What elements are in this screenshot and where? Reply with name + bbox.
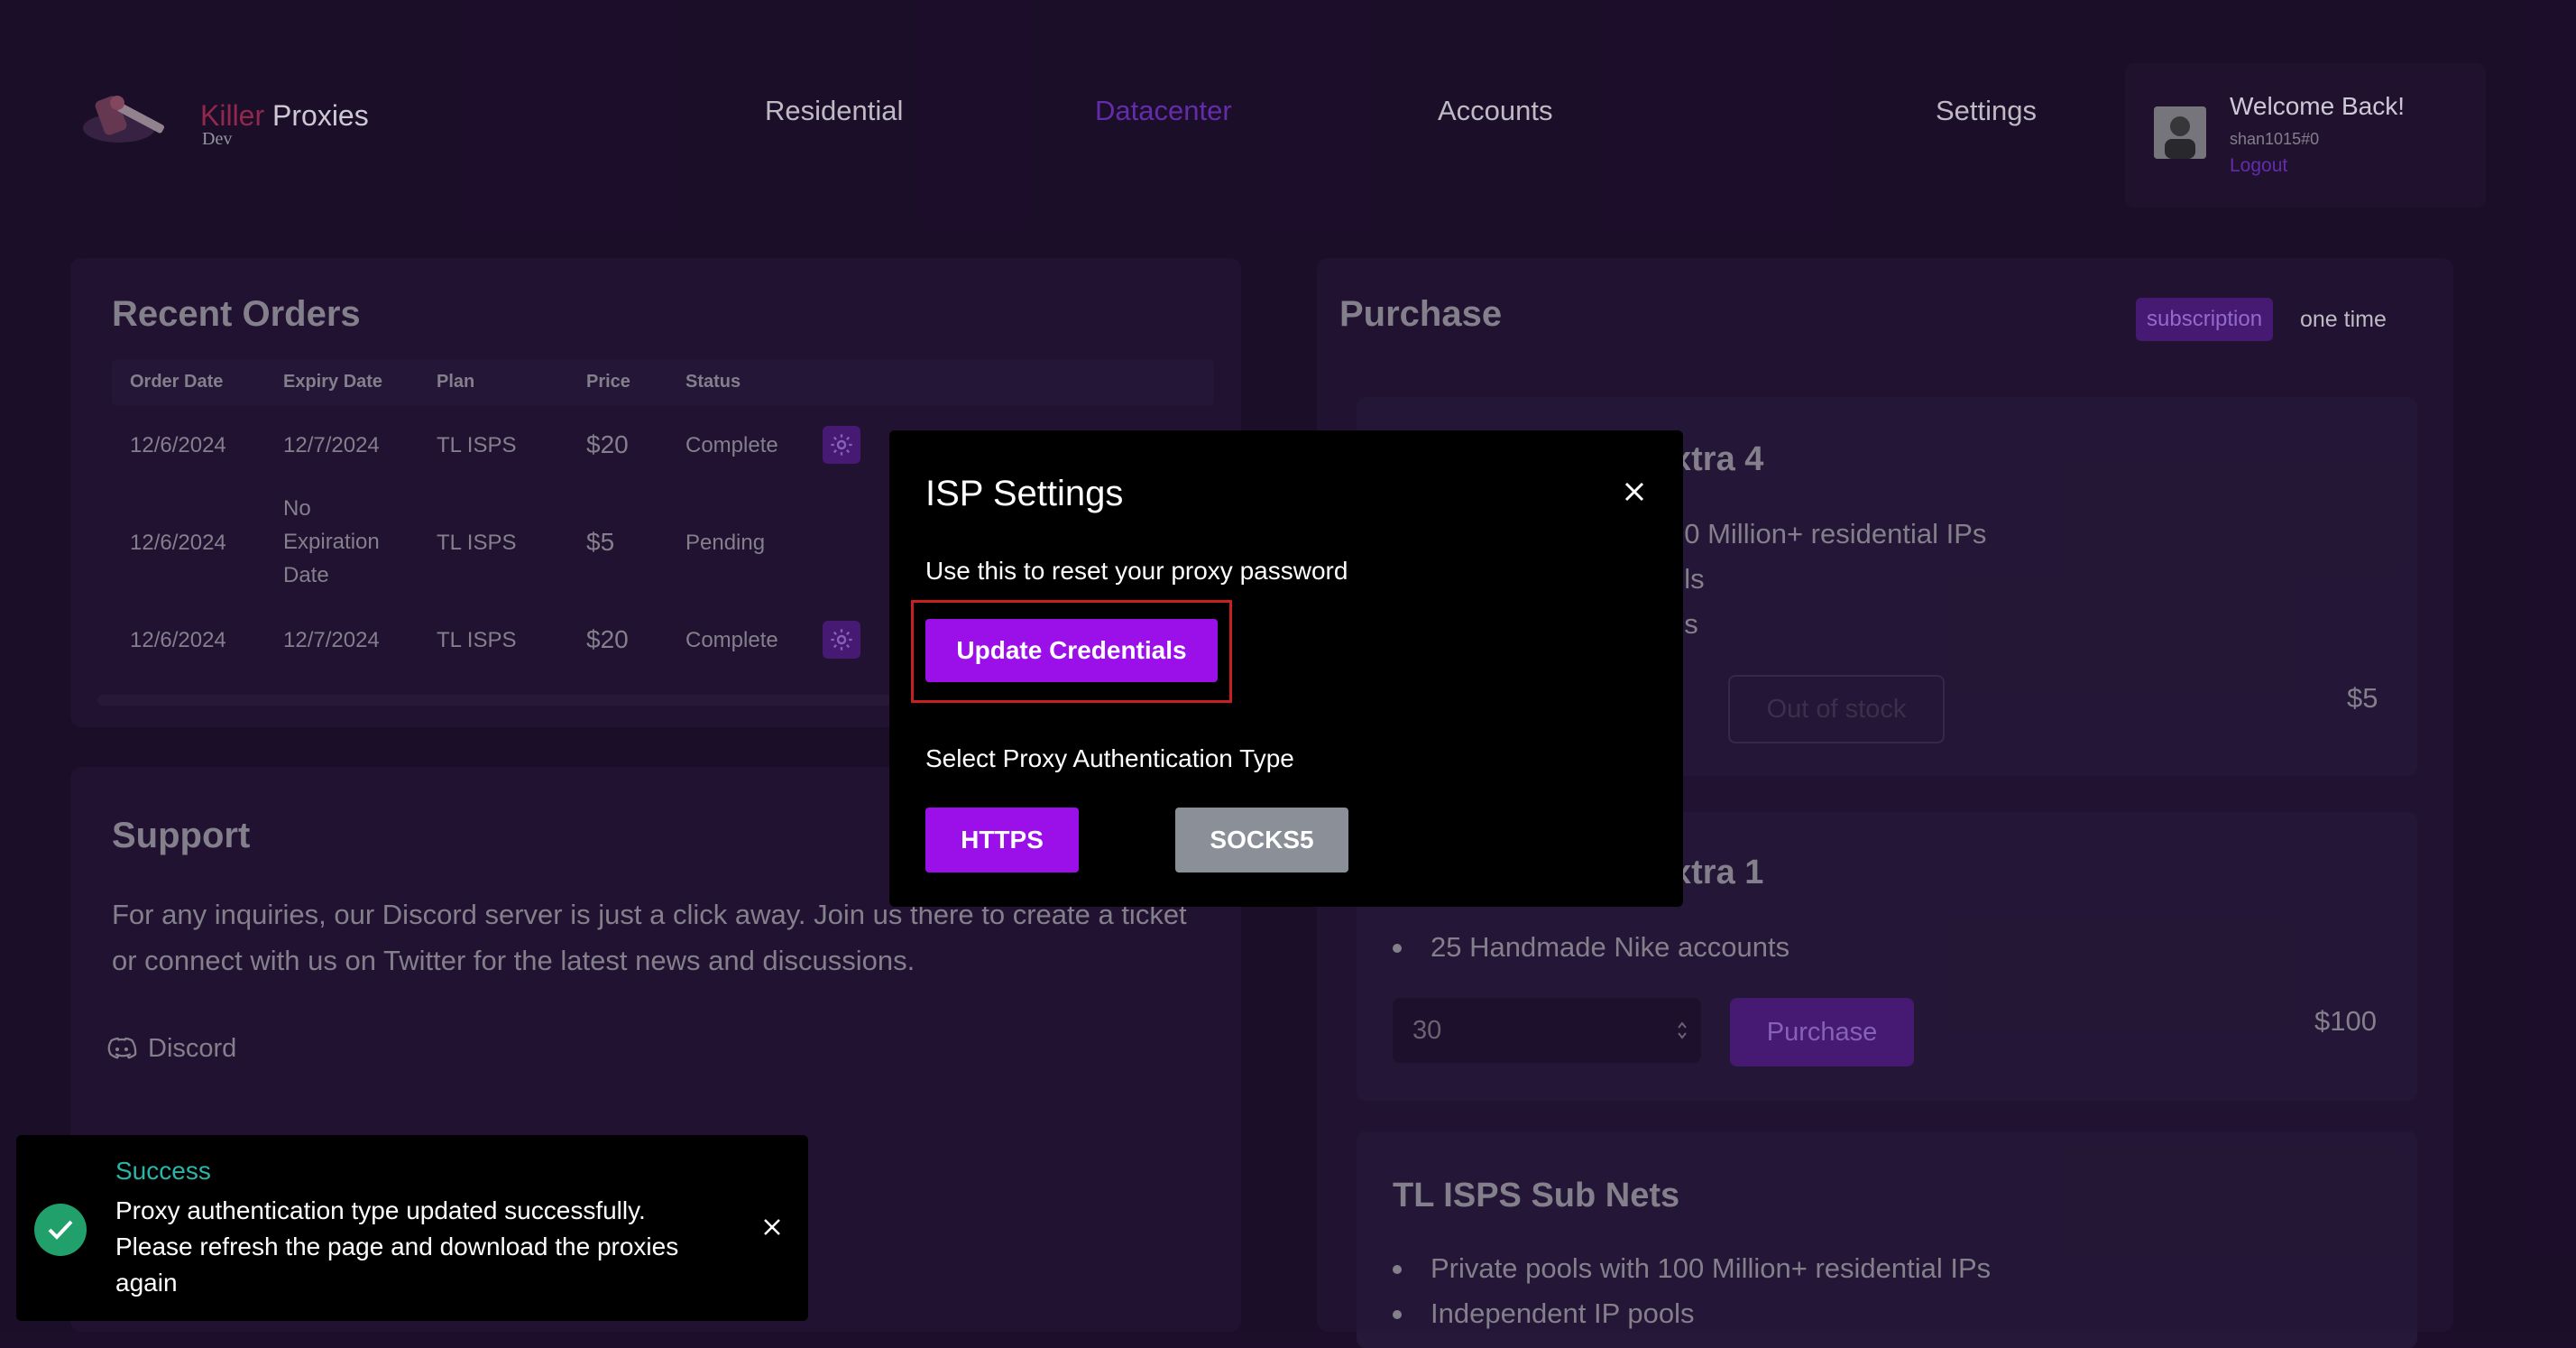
close-icon[interactable]: [1622, 479, 1647, 504]
check-icon: [34, 1204, 87, 1256]
toast-close-icon[interactable]: [761, 1216, 783, 1238]
https-button[interactable]: HTTPS: [925, 808, 1079, 873]
toast-title: Success: [115, 1157, 211, 1185]
auth-type-label: Select Proxy Authentication Type: [925, 744, 1294, 772]
update-credentials-button[interactable]: Update Credentials: [925, 619, 1218, 682]
socks5-button[interactable]: SOCKS5: [1175, 808, 1348, 873]
modal-description: Use this to reset your proxy password: [925, 557, 1348, 585]
success-toast: Success Proxy authentication type update…: [16, 1135, 808, 1321]
isp-settings-modal: ISP Settings Use this to reset your prox…: [889, 430, 1683, 907]
toast-message: Proxy authentication type updated succes…: [115, 1196, 679, 1297]
modal-title: ISP Settings: [925, 474, 1124, 513]
